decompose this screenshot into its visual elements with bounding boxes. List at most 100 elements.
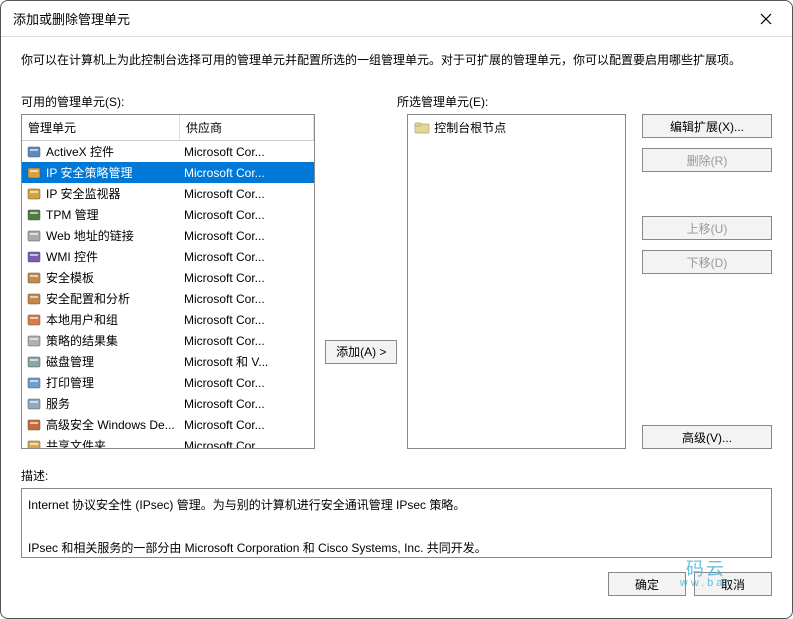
list-header: 管理单元 供应商	[22, 115, 314, 141]
snapin-vendor-label: Microsoft Cor...	[180, 229, 314, 243]
snapin-name-cell: 安全模板	[22, 269, 180, 286]
snapin-icon	[26, 291, 42, 307]
snapin-name-label: 策略的结果集	[46, 332, 118, 349]
footer: 码云 ww.bar 确定 取消	[1, 560, 792, 618]
list-item[interactable]: 服务 Microsoft Cor...	[22, 393, 314, 414]
snapin-name-label: Web 地址的链接	[46, 227, 134, 244]
snapin-name-cell: TPM 管理	[22, 206, 180, 223]
snapin-name-label: 高级安全 Windows De...	[46, 416, 175, 433]
list-body: ActiveX 控件 Microsoft Cor... IP 安全策略管理 Micro…	[22, 141, 314, 449]
main-row: 管理单元 供应商 ActiveX 控件Microsoft Cor...IP 安全…	[21, 114, 772, 449]
snapin-icon	[26, 417, 42, 433]
buttons-column: 编辑扩展(X)... 删除(R) 上移(U) 下移(D) 高级(V)...	[636, 114, 772, 449]
tree-root-row[interactable]: 控制台根节点	[410, 117, 623, 138]
snapin-name-label: 服务	[46, 395, 70, 412]
snapin-vendor-label: Microsoft Cor...	[180, 292, 314, 306]
snapin-name-label: IP 安全策略管理	[46, 164, 132, 181]
snapin-name-cell: IP 安全监视器	[22, 185, 180, 202]
snapin-name-label: IP 安全监视器	[46, 185, 120, 202]
snapin-vendor-label: Microsoft Cor...	[180, 250, 314, 264]
close-button[interactable]	[752, 5, 780, 33]
dialog-window: 添加或删除管理单元 你可以在计算机上为此控制台选择可用的管理单元并配置所选的一组…	[0, 0, 793, 619]
snapin-name-label: 磁盘管理	[46, 353, 94, 370]
list-item[interactable]: Web 地址的链接 Microsoft Cor...	[22, 225, 314, 246]
selected-snapins-tree[interactable]: 控制台根节点	[407, 114, 626, 449]
content-area: 你可以在计算机上为此控制台选择可用的管理单元并配置所选的一组管理单元。对于可扩展…	[1, 37, 792, 560]
ok-button[interactable]: 确定	[608, 572, 686, 596]
list-item[interactable]: IP 安全监视器 Microsoft Cor...	[22, 183, 314, 204]
snapin-name-label: 本地用户和组	[46, 311, 118, 328]
snapin-icon	[26, 375, 42, 391]
snapin-vendor-label: Microsoft Cor...	[180, 166, 314, 180]
snapin-vendor-label: Microsoft Cor...	[180, 376, 314, 390]
snapin-vendor-label: Microsoft Cor...	[180, 397, 314, 411]
snapin-name-cell: ActiveX 控件	[22, 143, 180, 160]
snapin-vendor-label: Microsoft Cor...	[180, 187, 314, 201]
middle-column: 添加(A) >	[325, 114, 397, 449]
close-icon	[760, 13, 772, 25]
move-up-button[interactable]: 上移(U)	[642, 216, 772, 240]
available-snapins-list[interactable]: 管理单元 供应商 ActiveX 控件Microsoft Cor...IP 安全…	[21, 114, 315, 449]
column-header-vendor[interactable]: 供应商	[180, 115, 314, 140]
move-down-button[interactable]: 下移(D)	[642, 250, 772, 274]
selected-label: 所选管理单元(E):	[397, 93, 488, 110]
list-item[interactable]: 高级安全 Windows De... Microsoft Cor...	[22, 414, 314, 435]
snapin-name-label: ActiveX 控件	[46, 143, 114, 160]
available-label: 可用的管理单元(S):	[21, 93, 317, 110]
snapin-vendor-label: Microsoft Cor...	[180, 439, 314, 450]
window-title: 添加或删除管理单元	[13, 9, 752, 28]
snapin-vendor-label: Microsoft Cor...	[180, 208, 314, 222]
list-item[interactable]: 安全配置和分析 Microsoft Cor...	[22, 288, 314, 309]
remove-button[interactable]: 删除(R)	[642, 148, 772, 172]
snapin-icon	[26, 396, 42, 412]
snapin-name-label: WMI 控件	[46, 248, 98, 265]
list-item[interactable]: TPM 管理 Microsoft Cor...	[22, 204, 314, 225]
snapin-icon	[26, 312, 42, 328]
snapin-name-cell: 策略的结果集	[22, 332, 180, 349]
list-item[interactable]: ActiveX 控件 Microsoft Cor...	[22, 141, 314, 162]
description-box: Internet 协议安全性 (IPsec) 管理。为与别的计算机进行安全通讯管…	[21, 488, 772, 558]
snapin-name-cell: 打印管理	[22, 374, 180, 391]
advanced-button[interactable]: 高级(V)...	[642, 425, 772, 449]
snapin-icon	[26, 144, 42, 160]
snapin-icon	[26, 249, 42, 265]
snapin-name-cell: 共享文件夹	[22, 437, 180, 449]
list-item[interactable]: WMI 控件 Microsoft Cor...	[22, 246, 314, 267]
snapin-icon	[26, 186, 42, 202]
snapin-name-cell: 服务	[22, 395, 180, 412]
description-line1: Internet 协议安全性 (IPsec) 管理。为与别的计算机进行安全通讯管…	[28, 495, 765, 517]
list-item[interactable]: IP 安全策略管理 Microsoft Cor...	[22, 162, 314, 183]
cancel-button[interactable]: 取消	[694, 572, 772, 596]
list-item[interactable]: 策略的结果集 Microsoft Cor...	[22, 330, 314, 351]
labels-row: 可用的管理单元(S): 所选管理单元(E):	[21, 93, 772, 110]
snapin-name-cell: WMI 控件	[22, 248, 180, 265]
add-button[interactable]: 添加(A) >	[325, 340, 397, 364]
titlebar: 添加或删除管理单元	[1, 1, 792, 37]
list-item[interactable]: 打印管理Microsoft Cor...	[22, 372, 314, 393]
list-item[interactable]: 安全模板 Microsoft Cor...	[22, 267, 314, 288]
list-item[interactable]: 本地用户和组 Microsoft Cor...	[22, 309, 314, 330]
instructions-text: 你可以在计算机上为此控制台选择可用的管理单元并配置所选的一组管理单元。对于可扩展…	[21, 51, 772, 69]
snapin-name-cell: 磁盘管理	[22, 353, 180, 370]
snapin-icon	[26, 165, 42, 181]
list-item[interactable]: 磁盘管理Microsoft 和 V...	[22, 351, 314, 372]
snapin-name-label: 安全配置和分析	[46, 290, 130, 307]
column-header-name[interactable]: 管理单元	[22, 115, 180, 140]
snapin-name-cell: Web 地址的链接	[22, 227, 180, 244]
snapin-vendor-label: Microsoft Cor...	[180, 334, 314, 348]
snapin-icon	[26, 207, 42, 223]
snapin-name-label: 安全模板	[46, 269, 94, 286]
snapin-icon	[26, 270, 42, 286]
snapin-name-cell: 安全配置和分析	[22, 290, 180, 307]
snapin-vendor-label: Microsoft Cor...	[180, 313, 314, 327]
snapin-icon	[26, 228, 42, 244]
snapin-vendor-label: Microsoft Cor...	[180, 418, 314, 432]
snapin-name-label: TPM 管理	[46, 206, 99, 223]
list-item[interactable]: 共享文件夹Microsoft Cor...	[22, 435, 314, 449]
snapin-name-cell: 高级安全 Windows De...	[22, 416, 180, 433]
edit-extensions-button[interactable]: 编辑扩展(X)...	[642, 114, 772, 138]
snapin-icon	[26, 354, 42, 370]
description-line2: IPsec 和相关服务的一部分由 Microsoft Corporation 和…	[28, 538, 765, 558]
snapin-vendor-label: Microsoft Cor...	[180, 271, 314, 285]
snapin-vendor-label: Microsoft Cor...	[180, 145, 314, 159]
